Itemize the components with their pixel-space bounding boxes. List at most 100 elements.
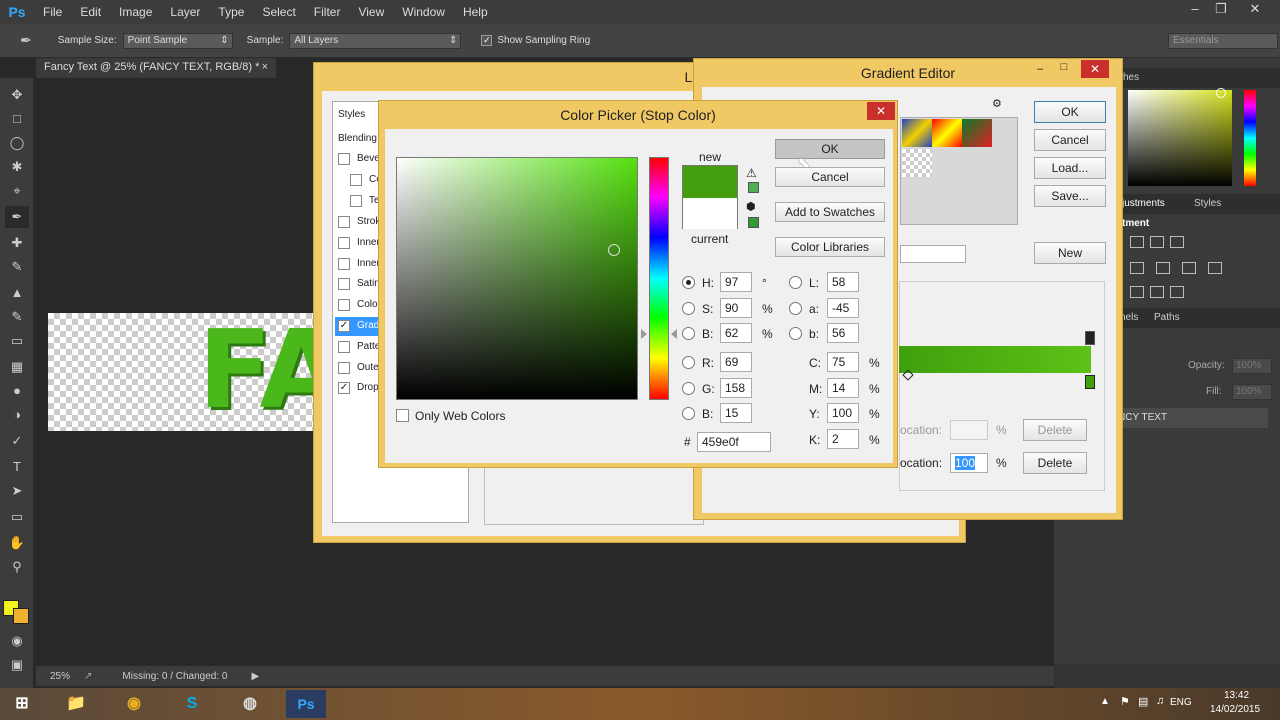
gradient-close-button[interactable]: ✕ [1081, 60, 1109, 78]
hue-slider[interactable] [649, 157, 669, 400]
brightness-input[interactable]: 62 [720, 323, 752, 343]
only-web-colors-checkbox[interactable] [396, 409, 409, 422]
preset-swatch[interactable] [962, 119, 992, 147]
web-safe-cube-icon[interactable]: ⬢ [746, 201, 760, 213]
obs-icon[interactable]: ◍ [230, 690, 270, 718]
gradient-bar[interactable] [899, 346, 1091, 373]
export-icon[interactable]: ↗ [84, 671, 92, 682]
background-color-swatch[interactable] [13, 608, 29, 624]
menu-image[interactable]: Image [110, 5, 161, 19]
blue-input[interactable]: 15 [720, 403, 752, 423]
sample-select[interactable]: All Layers ⇕ [289, 32, 462, 49]
blue-radio[interactable] [682, 407, 695, 420]
blending-options[interactable]: Blending [338, 133, 377, 144]
lasso-tool-icon[interactable]: ◯ [5, 132, 29, 154]
styles-tab[interactable]: Styles [1194, 198, 1221, 209]
close-tab-icon[interactable]: × [262, 61, 268, 73]
hue-slider-right-arrow[interactable] [671, 329, 677, 339]
fill-input[interactable]: 100% [1232, 384, 1272, 400]
menu-filter[interactable]: Filter [305, 5, 350, 19]
saturation-radio[interactable] [682, 302, 695, 315]
hue-sat-icon[interactable] [1156, 262, 1170, 274]
menu-edit[interactable]: Edit [71, 5, 110, 19]
tray-arrow-icon[interactable]: ▲ [1100, 696, 1110, 707]
show-sampling-ring-checkbox[interactable]: ✓ [481, 35, 493, 46]
color-delete-button[interactable]: Delete [1023, 452, 1087, 474]
shape-tool-icon[interactable]: ▭ [5, 506, 29, 528]
gradient-tool-icon[interactable]: ▦ [5, 356, 29, 378]
stamp-tool-icon[interactable]: ▲ [5, 282, 29, 304]
blur-tool-icon[interactable]: ● [5, 380, 29, 402]
healing-tool-icon[interactable]: ✚ [5, 232, 29, 254]
vibrance-icon[interactable] [1130, 262, 1144, 274]
levels-icon[interactable] [1150, 236, 1164, 248]
photoshop-task-icon[interactable]: Ps [286, 690, 326, 718]
red-input[interactable]: 69 [720, 352, 752, 372]
preset-swatch[interactable] [902, 119, 932, 147]
restore-icon[interactable]: ❐ [1206, 0, 1236, 20]
gradient-load-button[interactable]: Load... [1034, 157, 1106, 179]
color-libraries-button[interactable]: Color Libraries [775, 237, 885, 257]
quick-mask-icon[interactable]: ◉ [5, 630, 29, 652]
brightness-radio[interactable] [682, 327, 695, 340]
color-stop[interactable] [1085, 375, 1095, 389]
black-input[interactable]: 2 [827, 429, 859, 449]
gradient-cancel-button[interactable]: Cancel [1034, 129, 1106, 151]
brush-tool-icon[interactable]: ✎ [5, 256, 29, 278]
lab-b-input[interactable]: 56 [827, 323, 859, 343]
chrome-icon[interactable]: ◉ [114, 690, 154, 718]
color-location-input[interactable]: 100 [950, 453, 988, 473]
color-balance-icon[interactable] [1182, 262, 1196, 274]
canvas[interactable]: FA [48, 313, 313, 431]
menu-file[interactable]: File [34, 5, 71, 19]
presets-gear-icon[interactable]: ⚙ [992, 97, 1004, 110]
opacity-stop[interactable] [1085, 331, 1095, 345]
lab-l-input[interactable]: 58 [827, 272, 859, 292]
language-indicator[interactable]: ENG [1170, 697, 1192, 708]
red-radio[interactable] [682, 356, 695, 369]
history-brush-icon[interactable]: ✎ [5, 306, 29, 328]
cyan-input[interactable]: 75 [827, 352, 859, 372]
layer-row[interactable]: NCY TEXT [1110, 408, 1268, 428]
gradient-name-input[interactable] [900, 245, 966, 263]
menu-layer[interactable]: Layer [161, 5, 209, 19]
windows-start-icon[interactable]: ⊞ [2, 690, 42, 718]
file-explorer-icon[interactable]: 📁 [56, 690, 96, 718]
type-tool-icon[interactable]: T [5, 456, 29, 478]
preset-swatch[interactable] [932, 119, 962, 147]
current-color-swatch[interactable] [683, 198, 737, 229]
status-arrow-icon[interactable]: ▶ [251, 671, 259, 682]
eraser-tool-icon[interactable]: ▭ [5, 330, 29, 352]
quick-select-tool-icon[interactable]: ✱ [5, 156, 29, 178]
saturation-input[interactable]: 90 [720, 298, 752, 318]
dodge-tool-icon[interactable]: ◑ [5, 404, 29, 426]
menu-window[interactable]: Window [393, 5, 454, 19]
adjustments-tab[interactable]: justments [1122, 198, 1165, 209]
color-picker-close-button[interactable]: ✕ [867, 102, 895, 120]
screen-mode-icon[interactable]: ▣ [5, 654, 29, 676]
close-icon[interactable]: ✕ [1240, 0, 1270, 20]
move-tool-icon[interactable]: ✥ [5, 84, 29, 106]
gradient-new-button[interactable]: New [1034, 242, 1106, 264]
eyedropper-tool-icon[interactable]: ✒ [5, 206, 29, 228]
clock-date[interactable]: 14/02/2015 [1210, 704, 1260, 715]
maximize-icon[interactable]: □ [1054, 61, 1074, 79]
hand-tool-icon[interactable]: ✋ [5, 532, 29, 554]
gamut-warning-icon[interactable]: ⚠ [746, 167, 760, 179]
clock-time[interactable]: 13:42 [1224, 690, 1249, 701]
zoom-tool-icon[interactable]: ⚲ [5, 556, 29, 578]
tray-volume-icon[interactable]: ♫ [1156, 695, 1164, 707]
hue-radio[interactable] [682, 276, 695, 289]
gradient-ok-button[interactable]: OK [1034, 101, 1106, 123]
posterize-icon[interactable] [1150, 286, 1164, 298]
green-radio[interactable] [682, 382, 695, 395]
skype-icon[interactable]: S [172, 690, 212, 718]
menu-select[interactable]: Select [253, 5, 304, 19]
hue-input[interactable]: 97 [720, 272, 752, 292]
marquee-tool-icon[interactable]: □ [5, 108, 29, 130]
path-select-icon[interactable]: ➤ [5, 480, 29, 502]
hex-input[interactable]: 459e0f [697, 432, 771, 452]
color-panel-hue-slider[interactable] [1244, 90, 1256, 186]
lab-a-radio[interactable] [789, 302, 802, 315]
opacity-input[interactable]: 100% [1232, 358, 1272, 374]
